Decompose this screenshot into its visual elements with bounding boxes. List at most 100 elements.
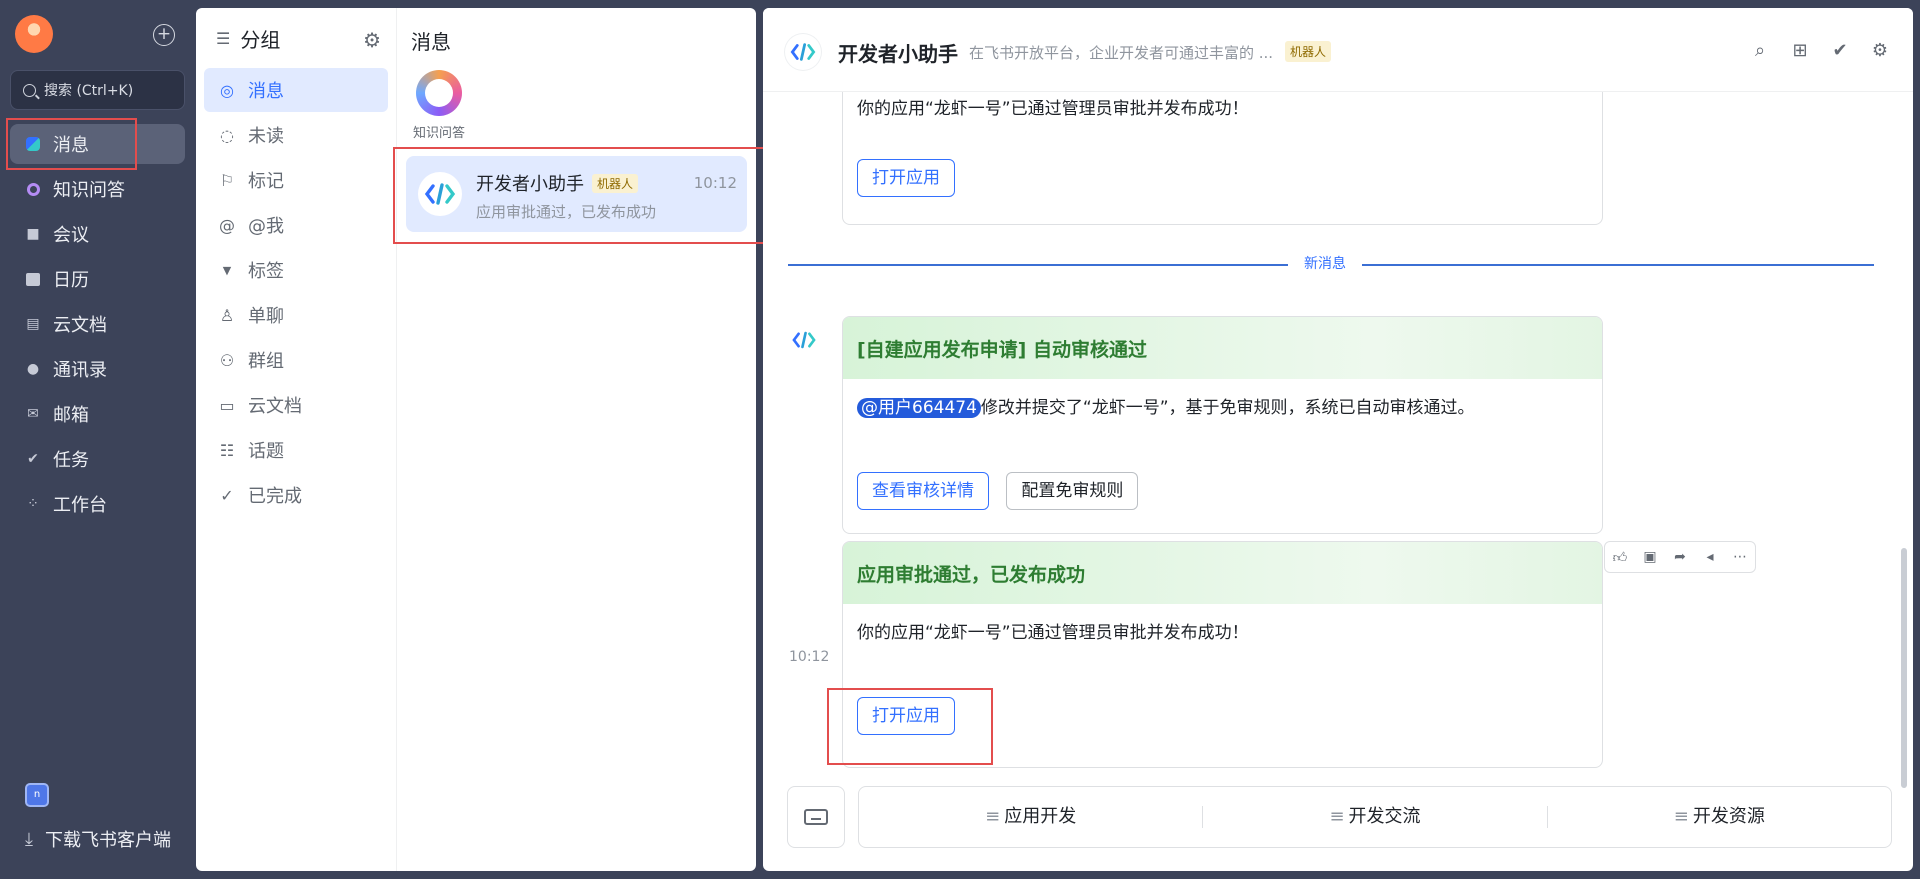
group-item-mentions[interactable]: @ @我 bbox=[204, 203, 388, 247]
chat-header-actions: ⌕ ⊞ ✔ ⚙ bbox=[1749, 40, 1891, 62]
card-title: [自建应用发布申请] 自动审核通过 bbox=[843, 317, 1602, 379]
add-tab-icon[interactable]: ⊞ bbox=[1789, 40, 1811, 62]
nav-item-meetings[interactable]: ■ 会议 bbox=[10, 214, 185, 254]
group-item-messages[interactable]: ◎ 消息 bbox=[204, 68, 388, 112]
nav-item-label: 工作台 bbox=[53, 495, 107, 516]
forward-icon[interactable]: ➦ bbox=[1671, 549, 1689, 565]
menu-item-label: 开发交流 bbox=[1348, 806, 1421, 827]
nav-item-docs[interactable]: ▤ 云文档 bbox=[10, 304, 185, 344]
group-item-label: 未读 bbox=[248, 126, 284, 147]
user-avatar[interactable] bbox=[15, 15, 53, 53]
unread-icon: ◌ bbox=[220, 125, 234, 145]
sender-avatar[interactable] bbox=[787, 323, 821, 357]
chat-window: 开发者小助手 在飞书开放平台，企业开发者可通过丰富的 ... 机器人 ⌕ ⊞ ✔… bbox=[763, 8, 1913, 871]
done-icon[interactable]: ✔ bbox=[1829, 40, 1851, 62]
menu-item-dev-exchange[interactable]: ≡ 开发交流 bbox=[1203, 806, 1548, 828]
message-time: 10:12 bbox=[789, 649, 830, 665]
group-item-group-chat[interactable]: ⚇ 群组 bbox=[204, 338, 388, 382]
ai-answer-icon bbox=[24, 180, 42, 198]
chat-header: 开发者小助手 在飞书开放平台，企业开发者可通过丰富的 ... 机器人 ⌕ ⊞ ✔… bbox=[763, 8, 1913, 92]
divider-label: 新消息 bbox=[1288, 253, 1362, 273]
reply-icon[interactable]: ▣ bbox=[1641, 549, 1659, 565]
nav-item-label: 任务 bbox=[53, 450, 89, 471]
search-label: 搜索 (Ctrl+K) bbox=[44, 83, 134, 99]
group-item-docs[interactable]: ▭ 云文档 bbox=[204, 383, 388, 427]
more-icon[interactable]: ⋯ bbox=[1731, 549, 1749, 565]
keyboard-toggle[interactable] bbox=[787, 786, 845, 848]
group-item-done[interactable]: ✓ 已完成 bbox=[204, 473, 388, 517]
menu-item-label: 开发资源 bbox=[1692, 806, 1765, 827]
group-item-flagged[interactable]: ⚐ 标记 bbox=[204, 158, 388, 202]
nav-item-mail[interactable]: ✉ 邮箱 bbox=[10, 394, 185, 434]
menu-item-dev-resources[interactable]: ≡ 开发资源 bbox=[1548, 806, 1891, 828]
caret-down-icon: ▼ bbox=[222, 263, 232, 277]
menu-item-app-dev[interactable]: ≡ 应用开发 bbox=[859, 806, 1204, 828]
chat-list-panel: 消息 知识问答 开发者小助手 机器人 10:12 应用审批通过，已发布成功 bbox=[393, 8, 774, 871]
group-item-label: 云文档 bbox=[248, 396, 302, 417]
bot-menu: ≡ 应用开发 ≡ 开发交流 ≡ 开发资源 bbox=[858, 786, 1892, 848]
person-icon: ♙ bbox=[219, 305, 235, 325]
add-icon[interactable]: + bbox=[153, 24, 175, 46]
chat-title: 开发者小助手 bbox=[838, 42, 958, 66]
highlight-box bbox=[827, 688, 993, 765]
group-item-topics[interactable]: ☷ 话题 bbox=[204, 428, 388, 472]
chat-list-title: 消息 bbox=[411, 30, 451, 54]
bot-avatar[interactable] bbox=[785, 34, 821, 70]
settings-icon[interactable]: ⚙ bbox=[1869, 40, 1891, 62]
nav-item-label: 会议 bbox=[53, 225, 89, 246]
group-list: ◎ 消息 ◌ 未读 ⚐ 标记 @ @我 ▼ 标签 ♙ 单聊 ⚇ 群组 ▭ 云文档 ☷ 话题 ✓ 已完… bbox=[204, 68, 388, 517]
thumbs-up-icon[interactable]: 👍︎ bbox=[1611, 549, 1629, 566]
configure-exempt-rules-button[interactable]: 配置免审规则 bbox=[1006, 472, 1139, 510]
bot-tag: 机器人 bbox=[1285, 41, 1332, 62]
card-text: 你的应用“龙虾一号”已通过管理员审批并发布成功！ bbox=[857, 99, 1249, 119]
nav-item-contacts[interactable]: ● 通讯录 bbox=[10, 349, 185, 389]
nav-item-workplace[interactable]: ⁘ 工作台 bbox=[10, 484, 185, 524]
group-item-label: 单聊 bbox=[248, 306, 284, 327]
group-item-labels[interactable]: ▼ 标签 bbox=[204, 248, 388, 292]
group-item-label: 已完成 bbox=[248, 486, 302, 507]
nav-item-tasks[interactable]: ✔ 任务 bbox=[10, 439, 185, 479]
group-item-label: @我 bbox=[248, 216, 284, 237]
nav-item-calendar[interactable]: 日历 bbox=[10, 259, 185, 299]
nav-item-knowledge-qa[interactable]: 知识问答 bbox=[10, 169, 185, 209]
user-mention[interactable]: @用户664474 bbox=[857, 398, 981, 418]
group-header: ☰ 分组 ⚙ bbox=[196, 8, 396, 68]
dev-assistant-logo-icon bbox=[792, 331, 816, 349]
nav-item-label: 邮箱 bbox=[53, 405, 89, 426]
group-panel: ☰ 分组 ⚙ ◎ 消息 ◌ 未读 ⚐ 标记 @ @我 ▼ 标签 ♙ 单聊 ⚇ 群组 ▭ 云文档 … bbox=[196, 8, 396, 871]
nav-item-label: 云文档 bbox=[53, 315, 107, 336]
menu-item-label: 应用开发 bbox=[1004, 806, 1077, 827]
dev-assistant-logo-icon bbox=[790, 43, 816, 61]
chat-bubble-icon: ◎ bbox=[220, 80, 234, 100]
keyboard-icon bbox=[804, 809, 828, 825]
view-review-details-button[interactable]: 查看审核详情 bbox=[857, 472, 989, 510]
at-icon: @ bbox=[219, 215, 235, 235]
card-text: 修改并提交了“龙虾一号”，基于免审规则，系统已自动审核通过。 bbox=[980, 398, 1475, 418]
review-approved-card: [自建应用发布申请] 自动审核通过 @用户664474 修改并提交了“龙虾一号”，… bbox=[842, 316, 1603, 534]
group-item-label: 话题 bbox=[248, 441, 284, 462]
gear-icon[interactable]: ⚙ bbox=[363, 28, 381, 52]
pinned-knowledge-qa[interactable]: 知识问答 bbox=[411, 70, 467, 141]
calendar-icon bbox=[24, 270, 42, 288]
search-box[interactable]: 搜索 (Ctrl+K) bbox=[10, 70, 185, 110]
menu-list-icon: ≡ bbox=[985, 806, 1001, 827]
collapse-icon[interactable]: ☰ bbox=[216, 29, 230, 48]
app-badge[interactable]: n bbox=[25, 783, 49, 807]
group-item-single-chat[interactable]: ♙ 单聊 bbox=[204, 293, 388, 337]
search-chat-icon[interactable]: ⌕ bbox=[1749, 40, 1771, 62]
open-app-button[interactable]: 打开应用 bbox=[857, 159, 955, 197]
group-title: 分组 bbox=[240, 27, 281, 52]
group-item-unread[interactable]: ◌ 未读 bbox=[204, 113, 388, 157]
message-hover-toolbar: 👍︎ ▣ ➦ ◂ ⋯ bbox=[1604, 541, 1756, 573]
card-body: @用户664474 修改并提交了“龙虾一号”，基于免审规则，系统已自动审核通过。 … bbox=[843, 379, 1602, 524]
quote-icon[interactable]: ◂ bbox=[1701, 549, 1719, 565]
chat-description: 在飞书开放平台，企业开发者可通过丰富的 ... bbox=[969, 44, 1274, 62]
scrollbar[interactable] bbox=[1901, 548, 1907, 788]
download-client-link[interactable]: ⤓ 下载飞书客户端 bbox=[25, 826, 171, 852]
nav-item-label: 知识问答 bbox=[53, 180, 125, 201]
pinned-label: 知识问答 bbox=[412, 126, 465, 141]
search-icon bbox=[23, 83, 36, 97]
main-nav: 消息 知识问答 ■ 会议 日历 ▤ 云文档 ● 通讯录 ✉ 邮箱 ✔ 任务 ⁘ … bbox=[10, 124, 185, 529]
flag-icon: ⚐ bbox=[219, 170, 235, 190]
group-item-label: 标记 bbox=[248, 171, 284, 192]
